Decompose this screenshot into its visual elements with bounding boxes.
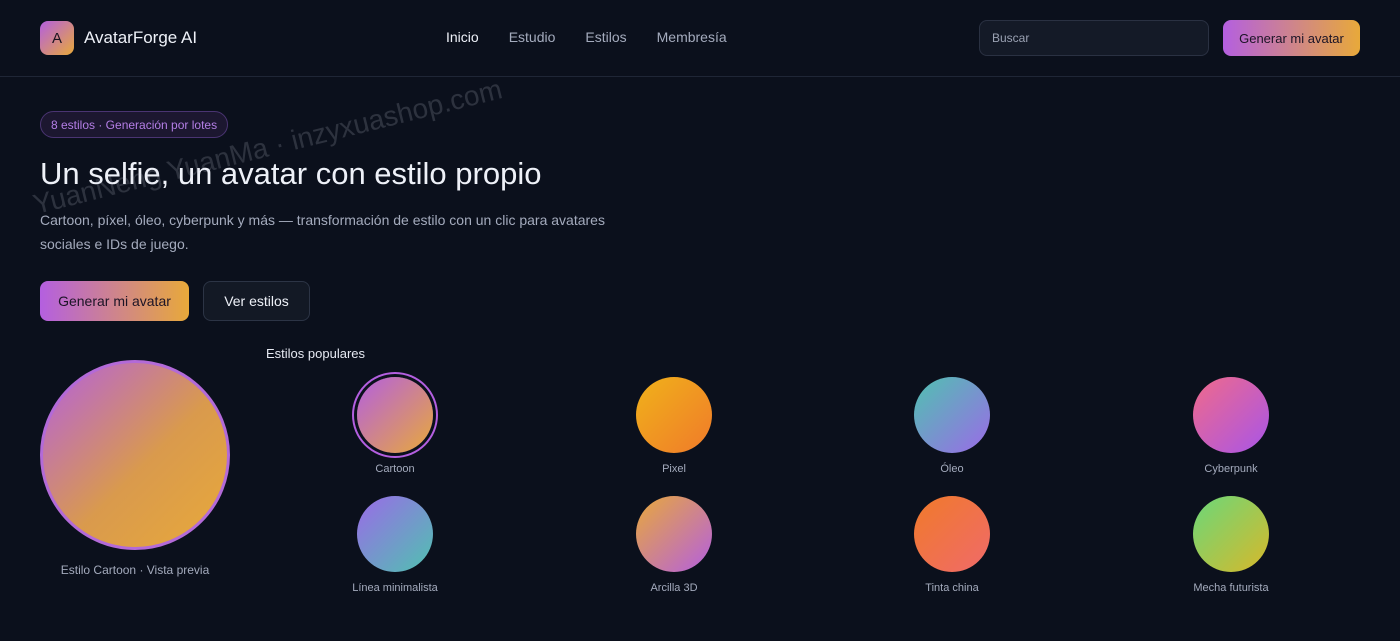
avatar-preview: [40, 360, 230, 550]
avatar-preview-label: Estilo Cartoon · Vista previa: [60, 563, 210, 577]
style-swatch: [636, 496, 712, 572]
style-label: Cartoon: [375, 463, 415, 475]
style-label: Pixel: [662, 463, 686, 475]
main-nav: Inicio Estudio Estilos Membresía: [446, 29, 757, 45]
hero-title: Un selfie, un avatar con estilo propio: [40, 156, 542, 191]
style-option-linea-minimalista[interactable]: Línea minimalista: [315, 496, 475, 596]
style-option-pixel[interactable]: Pixel: [594, 377, 754, 477]
style-swatch: [1193, 377, 1269, 453]
hero-subtitle: Cartoon, píxel, óleo, cyberpunk y más — …: [40, 212, 605, 252]
style-swatch: [914, 377, 990, 453]
style-label: Arcilla 3D: [650, 582, 698, 594]
search-input[interactable]: [979, 20, 1209, 56]
styles-count-badge: 8 estilos · Generación por lotes: [40, 111, 229, 138]
style-label: Óleo: [940, 463, 964, 475]
brand[interactable]: A AvatarForge AI: [40, 21, 197, 55]
styles-heading: Estilos populares: [266, 346, 365, 361]
style-option-arcilla-3d[interactable]: Arcilla 3D: [594, 496, 754, 596]
style-swatch: [1193, 496, 1269, 572]
style-label: Mecha futurista: [1193, 582, 1269, 594]
style-label: Cyberpunk: [1204, 463, 1258, 475]
style-option-tinta-china[interactable]: Tinta china: [872, 496, 1032, 596]
top-header: A AvatarForge AI Inicio Estudio Estilos …: [0, 0, 1400, 77]
page: A AvatarForge AI Inicio Estudio Estilos …: [0, 0, 1400, 641]
header-generate-button[interactable]: Generar mi avatar: [1223, 20, 1360, 56]
brand-name: AvatarForge AI: [84, 28, 198, 47]
nav-item-estilos[interactable]: Estilos: [585, 29, 626, 45]
style-label: Tinta china: [925, 582, 979, 594]
style-option-cartoon[interactable]: Cartoon: [315, 377, 475, 477]
style-swatch: [357, 377, 433, 453]
hero-generate-button[interactable]: Generar mi avatar: [40, 281, 189, 321]
style-option-mecha-futurista[interactable]: Mecha futurista: [1151, 496, 1311, 596]
watermark: YuanNeng YuanMa · inzyxuashop.com: [30, 73, 506, 221]
style-swatch: [636, 377, 712, 453]
view-styles-button[interactable]: Ver estilos: [203, 281, 310, 321]
style-swatch: [357, 496, 433, 572]
nav-item-inicio[interactable]: Inicio: [446, 29, 479, 45]
style-option-cyberpunk[interactable]: Cyberpunk: [1151, 377, 1311, 477]
style-label: Línea minimalista: [352, 582, 438, 594]
style-option-oleo[interactable]: Óleo: [872, 377, 1032, 477]
brand-logo: A: [40, 21, 74, 55]
nav-item-estudio[interactable]: Estudio: [509, 29, 556, 45]
style-swatch: [914, 496, 990, 572]
nav-item-membresia[interactable]: Membresía: [657, 29, 727, 45]
